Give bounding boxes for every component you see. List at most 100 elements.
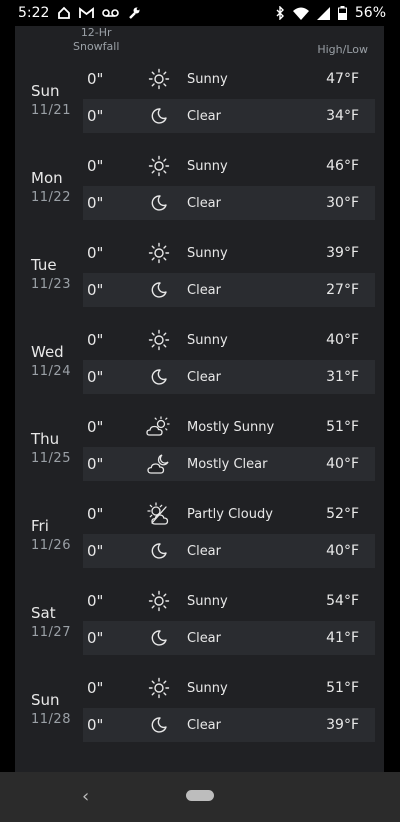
sun-icon (143, 242, 175, 264)
snowfall-value: 0" (87, 679, 104, 697)
status-bar: 5:22 56% (0, 0, 400, 26)
voicemail-icon (102, 8, 120, 18)
forecast-day[interactable]: Tue 11/23 0" Sunny 39°F 0" Clear 27°F (15, 236, 384, 323)
high-temp: 51°F (326, 680, 359, 696)
low-temp: 40°F (326, 543, 359, 559)
low-temp: 39°F (326, 717, 359, 733)
column-header: 12-Hr Snowfall High/Low (15, 26, 384, 62)
high-temp: 51°F (326, 419, 359, 435)
low-temp: 40°F (326, 456, 359, 472)
condition-text: Clear (187, 282, 221, 298)
day-date: 11/24 (31, 364, 71, 379)
partly-cloudy-icon (143, 502, 175, 526)
forecast-panel[interactable]: 12-Hr Snowfall High/Low Sun 11/21 0" Sun… (15, 26, 384, 772)
back-chevron-icon[interactable]: ‹ (82, 786, 89, 807)
day-name: Fri (31, 517, 49, 535)
low-temp: 27°F (326, 282, 359, 298)
snowfall-value: 0" (87, 107, 104, 125)
condition-text: Clear (187, 195, 221, 211)
day-name: Tue (31, 256, 57, 274)
nighttime-row: 0" Clear 40°F (83, 534, 375, 568)
condition-text: Mostly Clear (187, 456, 268, 472)
bluetooth-icon (275, 6, 285, 20)
snowfall-value: 0" (87, 70, 104, 88)
daytime-row: 0" Sunny 51°F (83, 671, 375, 705)
sun-icon (143, 329, 175, 351)
snowfall-value: 0" (87, 418, 104, 436)
moon-icon (143, 107, 175, 125)
day-name: Sat (31, 604, 56, 622)
gmail-icon (79, 7, 95, 19)
moon-cloud-icon (143, 453, 175, 475)
day-name: Thu (31, 430, 60, 448)
day-date: 11/27 (31, 625, 71, 640)
snowfall-column-header: 12-Hr Snowfall (73, 26, 120, 53)
snowfall-value: 0" (87, 592, 104, 610)
signal-icon (316, 6, 330, 20)
low-temp: 34°F (326, 108, 359, 124)
sun-icon (143, 155, 175, 177)
snowfall-value: 0" (87, 157, 104, 175)
navigation-bar: ‹ (0, 772, 400, 822)
high-temp: 52°F (326, 506, 359, 522)
forecast-day[interactable]: Sun 11/21 0" Sunny 47°F 0" Clear 34°F (15, 62, 384, 149)
battery-percent: 56% (354, 5, 386, 21)
day-date: 11/23 (31, 277, 71, 292)
day-name: Sun (31, 82, 60, 100)
sun-icon (143, 590, 175, 612)
forecast-day[interactable]: Mon 11/22 0" Sunny 46°F 0" Clear 30°F (15, 149, 384, 236)
nighttime-row: 0" Clear 31°F (83, 360, 375, 394)
moon-icon (143, 629, 175, 647)
nighttime-row: 0" Clear 39°F (83, 708, 375, 742)
forecast-day[interactable]: Fri 11/26 0" Partly Cloudy 52°F 0" Clear… (15, 497, 384, 584)
condition-text: Partly Cloudy (187, 506, 273, 522)
snowfall-value: 0" (87, 368, 104, 386)
nighttime-row: 0" Clear 41°F (83, 621, 375, 655)
high-temp: 54°F (326, 593, 359, 609)
low-temp: 30°F (326, 195, 359, 211)
moon-icon (143, 194, 175, 212)
low-temp: 41°F (326, 630, 359, 646)
day-list: Sun 11/21 0" Sunny 47°F 0" Clear 34°F Mo… (15, 62, 384, 758)
nighttime-row: 0" Mostly Clear 40°F (83, 447, 375, 481)
wifi-icon (292, 7, 309, 20)
home-icon (57, 6, 71, 20)
snowfall-value: 0" (87, 281, 104, 299)
home-pill-icon[interactable] (186, 790, 214, 801)
battery-icon (337, 6, 347, 20)
forecast-day[interactable]: Sun 11/28 0" Sunny 51°F 0" Clear 39°F (15, 671, 384, 758)
day-date: 11/22 (31, 190, 71, 205)
daytime-row: 0" Sunny 46°F (83, 149, 375, 183)
day-name: Sun (31, 691, 60, 709)
condition-text: Clear (187, 630, 221, 646)
daytime-row: 0" Sunny 47°F (83, 62, 375, 96)
day-date: 11/21 (31, 103, 71, 118)
forecast-day[interactable]: Sat 11/27 0" Sunny 54°F 0" Clear 41°F (15, 584, 384, 671)
snowfall-value: 0" (87, 505, 104, 523)
snowfall-value: 0" (87, 244, 104, 262)
daytime-row: 0" Sunny 39°F (83, 236, 375, 270)
condition-text: Sunny (187, 593, 228, 609)
high-temp: 47°F (326, 71, 359, 87)
daytime-row: 0" Sunny 40°F (83, 323, 375, 357)
forecast-day[interactable]: Wed 11/24 0" Sunny 40°F 0" Clear 31°F (15, 323, 384, 410)
condition-text: Clear (187, 108, 221, 124)
moon-icon (143, 281, 175, 299)
day-date: 11/28 (31, 712, 71, 727)
condition-text: Sunny (187, 680, 228, 696)
high-temp: 46°F (326, 158, 359, 174)
forecast-day[interactable]: Thu 11/25 0" Mostly Sunny 51°F 0" Mostly… (15, 410, 384, 497)
condition-text: Sunny (187, 332, 228, 348)
condition-text: Mostly Sunny (187, 419, 275, 435)
snowfall-value: 0" (87, 629, 104, 647)
snowfall-value: 0" (87, 331, 104, 349)
day-name: Wed (31, 343, 64, 361)
daytime-row: 0" Sunny 54°F (83, 584, 375, 618)
high-temp: 40°F (326, 332, 359, 348)
moon-icon (143, 542, 175, 560)
snowfall-value: 0" (87, 194, 104, 212)
moon-icon (143, 368, 175, 386)
high-low-column-header: High/Low (317, 43, 368, 56)
snowfall-value: 0" (87, 542, 104, 560)
snowfall-value: 0" (87, 455, 104, 473)
